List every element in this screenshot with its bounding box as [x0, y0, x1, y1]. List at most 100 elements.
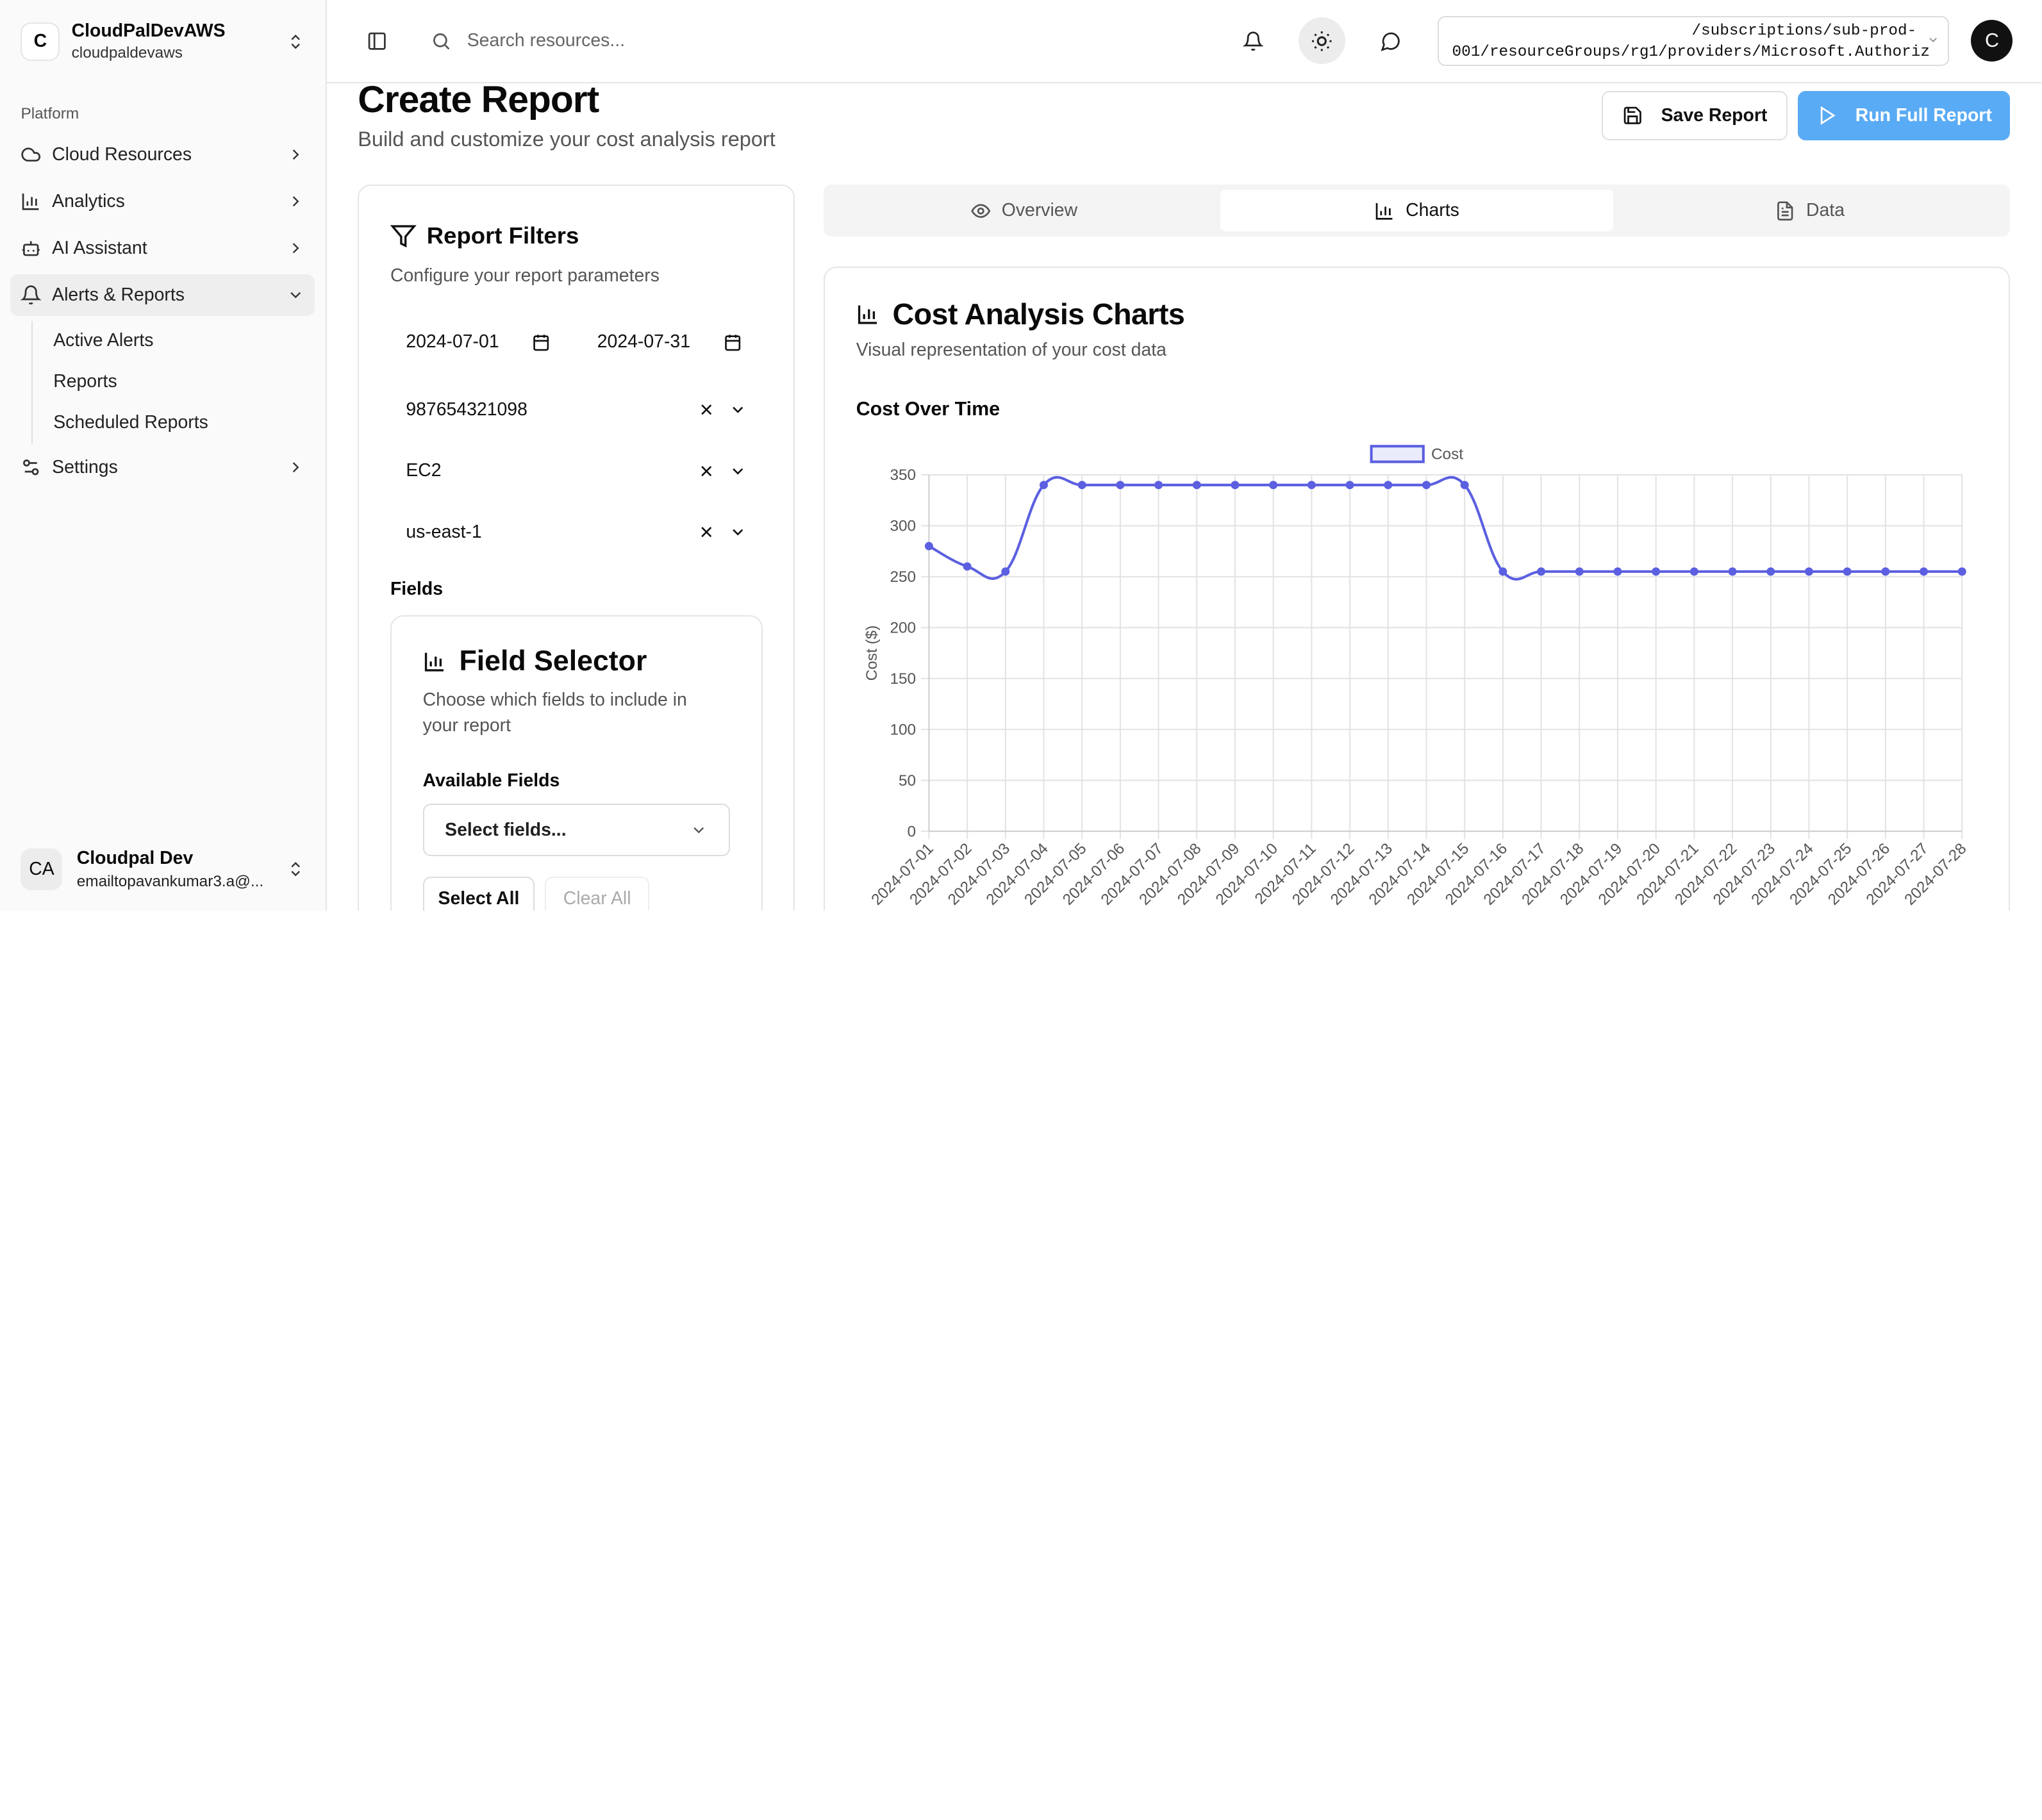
filter-icon — [390, 225, 417, 248]
avatar: CA — [21, 848, 63, 890]
org-name: CloudPalDevAWS — [71, 21, 226, 42]
data-point — [1039, 481, 1048, 490]
data-point — [1192, 481, 1201, 490]
org-switcher[interactable]: C CloudPalDevAWS cloudpaldevaws — [10, 0, 315, 83]
data-point — [1957, 567, 1966, 576]
sidebar-toggle-button[interactable] — [363, 17, 392, 64]
clear-icon[interactable] — [697, 401, 715, 418]
sidebar-item-settings[interactable]: Settings — [10, 447, 315, 488]
y-tick-label: 200 — [890, 619, 916, 636]
save-report-button[interactable]: Save Report — [1601, 91, 1788, 141]
select-all-button[interactable]: Select All — [422, 877, 535, 911]
available-fields-label: Available Fields — [422, 770, 560, 791]
data-point — [1575, 567, 1584, 576]
sidebar-item-cloud-resources[interactable]: Cloud Resources — [10, 134, 315, 176]
sidebar-item-label: Alerts & Reports — [52, 284, 185, 305]
search-input[interactable] — [467, 30, 858, 52]
content: Create Report Build and customize your c… — [327, 79, 2042, 911]
sidebar: C CloudPalDevAWS cloudpaldevaws Platform… — [0, 0, 327, 911]
search-bar — [431, 30, 1230, 52]
end-date-input[interactable]: 2024-07-31 — [581, 321, 757, 363]
subnav-item-active-alerts[interactable]: Active Alerts — [33, 321, 326, 360]
chevron-down-icon[interactable] — [729, 401, 747, 418]
calendar-icon[interactable] — [724, 333, 742, 351]
y-tick-label: 250 — [890, 568, 916, 586]
chevron-down-icon — [1929, 37, 1938, 42]
chevrons-up-down-icon — [291, 34, 300, 49]
tab-label: Overview — [1001, 200, 1078, 221]
region-select[interactable]: us-east-1 — [390, 506, 763, 558]
chevron-down-icon — [286, 286, 304, 304]
tab-label: Data — [1806, 200, 1845, 221]
y-tick-label: 150 — [890, 670, 916, 688]
bell-icon — [1242, 31, 1264, 51]
section-label: Platform — [21, 105, 79, 123]
legend-label: Cost — [1431, 446, 1463, 463]
topbar: /subscriptions/sub-prod- 001/resourceGro… — [326, 0, 2042, 83]
subnav-item-scheduled-reports[interactable]: Scheduled Reports — [33, 403, 326, 442]
data-point — [1689, 567, 1698, 576]
account-select[interactable]: 987654321098 — [390, 384, 763, 436]
fields-label: Fields — [390, 579, 444, 600]
subnav-item-reports[interactable]: Reports — [33, 362, 326, 401]
data-point — [1537, 567, 1546, 576]
bell-icon — [21, 285, 42, 305]
calendar-icon[interactable] — [532, 333, 550, 351]
chart-card-title: Cost Analysis Charts — [892, 297, 1185, 331]
data-point — [1116, 481, 1125, 490]
sidebar-item-label: Analytics — [52, 190, 125, 211]
legend-swatch — [1370, 445, 1425, 463]
bar-chart-icon — [21, 191, 41, 211]
bot-icon — [21, 238, 41, 258]
sidebar-item-label: Settings — [52, 456, 118, 477]
eye-icon — [971, 203, 991, 218]
panel-left-icon — [369, 32, 386, 50]
tab-charts[interactable]: Charts — [1220, 190, 1614, 232]
clear-icon[interactable] — [697, 462, 715, 480]
run-full-report-button[interactable]: Run Full Report — [1798, 91, 2011, 141]
sidebar-item-ai-assistant[interactable]: AI Assistant — [10, 228, 315, 269]
data-point — [924, 542, 933, 550]
data-point — [1460, 481, 1469, 490]
chart-card-subtitle: Visual representation of your cost data — [856, 339, 1166, 360]
run-full-report-label: Run Full Report — [1855, 105, 1992, 126]
fields-select[interactable]: Select fields... — [422, 804, 730, 856]
service-select[interactable]: EC2 — [390, 445, 763, 497]
region-value: us-east-1 — [406, 521, 482, 542]
data-point — [1652, 567, 1661, 576]
data-point — [1804, 567, 1813, 576]
scope-path-line-1: /subscriptions/sub-prod- — [1691, 22, 1917, 40]
sidebar-item-alerts-reports[interactable]: Alerts & Reports — [10, 274, 315, 316]
sidebar-item-analytics[interactable]: Analytics — [10, 181, 315, 222]
scope-path-line-2: 001/resourceGroups/rg1/providers/Microso… — [1452, 43, 1930, 61]
avatar[interactable]: C — [1971, 20, 2013, 62]
subnav-alerts-reports: Active Alerts Reports Scheduled Reports — [31, 320, 326, 444]
clear-all-button[interactable]: Clear All — [545, 877, 649, 911]
clear-icon[interactable] — [697, 523, 715, 541]
start-date-input[interactable]: 2024-07-01 — [390, 321, 566, 363]
field-selector-title: Field Selector — [459, 645, 647, 677]
y-tick-label: 100 — [890, 721, 916, 738]
user-menu[interactable]: CA Cloudpal Dev emailtopavankumar3.a@... — [0, 827, 326, 911]
chevron-down-icon[interactable] — [729, 523, 747, 541]
sun-icon — [1312, 31, 1332, 51]
chevrons-up-down-icon — [291, 861, 300, 877]
report-filters-card: Report Filters Configure your report par… — [358, 185, 795, 911]
chevron-down-icon[interactable] — [729, 462, 747, 480]
scope-path-select[interactable]: /subscriptions/sub-prod- 001/resourceGro… — [1438, 16, 1949, 66]
user-email: emailtopavankumar3.a@... — [76, 872, 264, 890]
data-point — [1613, 567, 1622, 576]
search-icon — [433, 33, 450, 50]
sidebar-item-label: AI Assistant — [52, 237, 147, 258]
chat-button[interactable] — [1368, 17, 1415, 64]
data-point — [1077, 481, 1086, 490]
chevron-right-icon — [286, 145, 304, 163]
tab-overview[interactable]: Overview — [827, 190, 1220, 231]
notifications-button[interactable] — [1229, 17, 1276, 64]
play-icon — [1820, 106, 1836, 126]
field-selector-card: Field Selector Choose which fields to in… — [390, 615, 763, 911]
data-point — [1766, 567, 1775, 576]
chevron-right-icon — [286, 239, 304, 257]
tab-data[interactable]: Data — [1613, 190, 2006, 231]
theme-toggle-button[interactable] — [1298, 17, 1346, 65]
